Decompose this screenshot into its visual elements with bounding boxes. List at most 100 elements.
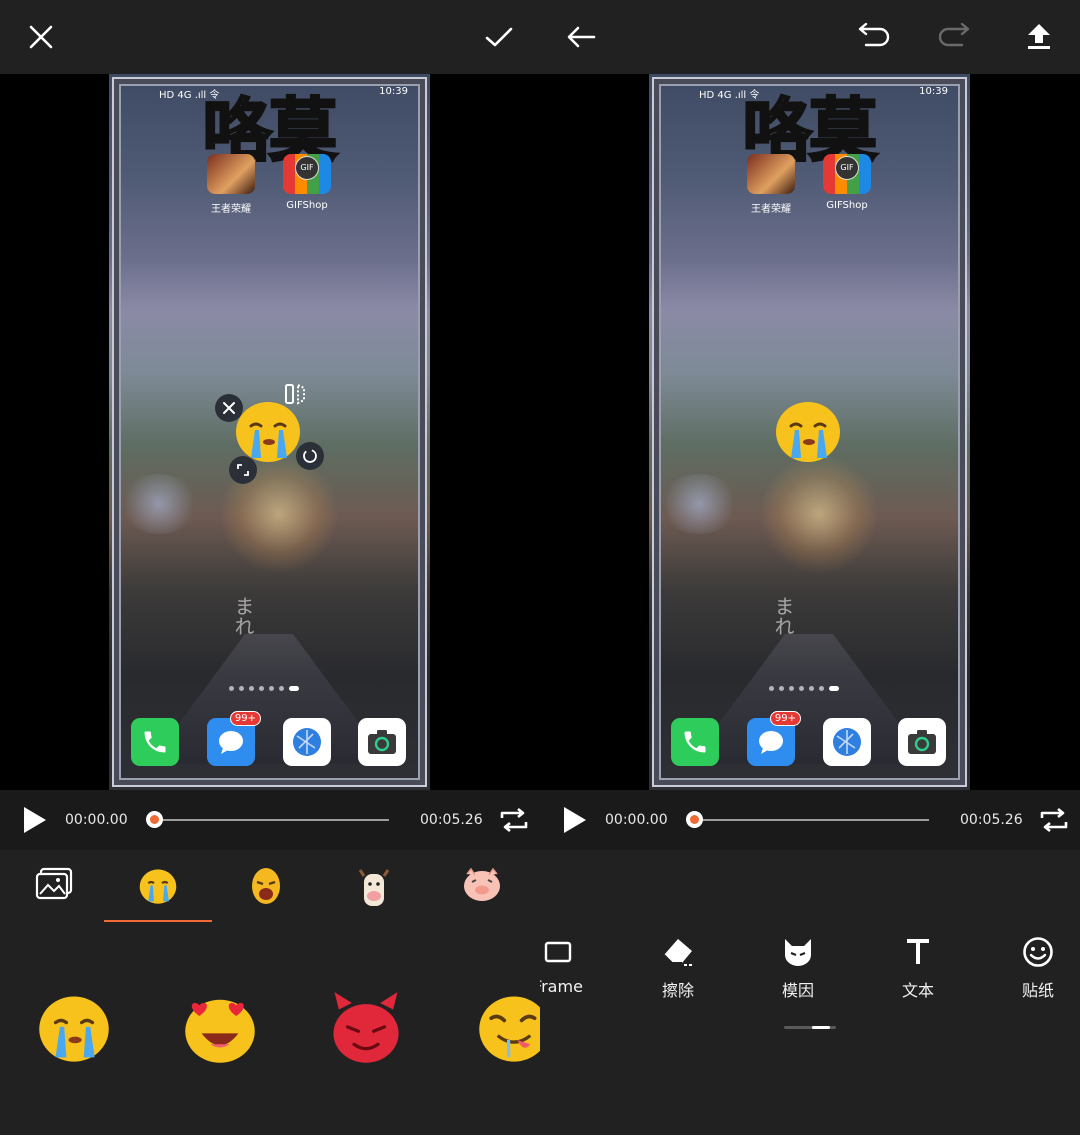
total-time: 00:05.26	[420, 812, 483, 828]
tab-screaming-face[interactable]	[212, 860, 320, 922]
gif-badge: GIF	[295, 156, 319, 180]
close-button[interactable]	[16, 12, 66, 62]
app-label: 王者荣耀	[211, 204, 251, 215]
rotate-icon	[303, 449, 317, 463]
app-game: 王者荣耀	[741, 154, 801, 215]
devil-mask-icon	[785, 939, 811, 966]
sticker-picker	[0, 850, 540, 1135]
delete-sticker-button[interactable]	[215, 394, 243, 422]
video-frame: HD 4G .ıll 令 10:39 咯莫 王者荣耀 GIF GIFShop ま…	[649, 74, 970, 790]
sticker-crying-face[interactable]	[36, 990, 112, 1066]
pig-sticker	[464, 867, 500, 901]
timeline-knob[interactable]	[146, 811, 163, 828]
app-label: 王者荣耀	[751, 204, 791, 215]
tool-label: Frame	[540, 977, 583, 996]
close-icon	[29, 25, 53, 49]
messages-app-icon: 99+	[747, 711, 801, 766]
play-button[interactable]	[558, 804, 590, 836]
browser-app-icon	[283, 718, 331, 766]
status-time: 10:39	[919, 86, 948, 97]
tab-cow[interactable]	[320, 860, 428, 922]
current-time: 00:00.00	[605, 812, 668, 828]
gifshop-app-icon: GIF	[823, 154, 871, 194]
play-button[interactable]	[18, 804, 50, 836]
crying-sticker[interactable]	[773, 396, 843, 466]
background-text: まれ	[231, 596, 255, 636]
top-toolbar	[0, 0, 540, 74]
flip-sticker-button[interactable]	[281, 380, 309, 408]
export-button[interactable]	[1014, 12, 1064, 62]
scale-sticker-button[interactable]	[229, 456, 257, 484]
tool-label: 贴纸	[1021, 981, 1054, 1000]
tool-label: 文本	[901, 981, 934, 1000]
tool-bar: Frame 擦除 模因 文本 贴纸	[540, 935, 1080, 1015]
background-text: まれ	[771, 596, 795, 636]
sticker-devil[interactable]	[328, 990, 404, 1066]
arrow-left-icon	[567, 26, 596, 48]
loop-button[interactable]	[497, 804, 531, 836]
tool-meme[interactable]: 模因	[758, 935, 838, 1001]
app-root: HD 4G .ıll 令 10:39 咯莫 王者荣耀 GIF GIFShop ま…	[0, 0, 1080, 1135]
timeline-track[interactable]	[154, 819, 389, 821]
status-time: 10:39	[379, 86, 408, 97]
back-button[interactable]	[556, 12, 606, 62]
tool-text[interactable]: 文本	[878, 935, 958, 1001]
tool-page-indicator	[784, 1026, 836, 1029]
app-gifshop: GIF GIFShop	[817, 154, 877, 211]
playback-bar: 00:00.00 00:05.26	[540, 790, 1080, 850]
tab-crying-face[interactable]	[104, 860, 212, 922]
cow-sticker	[358, 869, 390, 906]
app-game: 王者荣耀	[201, 154, 261, 215]
loop-button[interactable]	[1037, 804, 1071, 836]
sticker-editor-panel: HD 4G .ıll 令 10:39 咯莫 王者荣耀 GIF GIFShop ま…	[0, 0, 540, 1135]
gif-badge: GIF	[835, 156, 859, 180]
gifshop-app-icon: GIF	[283, 154, 331, 194]
game-app-icon	[747, 154, 795, 194]
tool-label: 模因	[781, 981, 814, 1000]
redo-button[interactable]	[930, 12, 980, 62]
page-indicator	[229, 686, 299, 691]
editor-tools-panel: HD 4G .ıll 令 10:39 咯莫 王者荣耀 GIF GIFShop ま…	[540, 0, 1080, 1135]
text-icon	[907, 939, 929, 964]
messages-app-icon: 99+	[207, 711, 261, 766]
playback-bar: 00:00.00 00:05.26	[0, 790, 540, 850]
close-icon	[223, 402, 235, 414]
tool-sticker[interactable]: 贴纸	[998, 935, 1078, 1001]
sticker-heart-eyes[interactable]	[182, 990, 258, 1066]
browser-app-icon	[823, 718, 871, 766]
app-label: GIFShop	[826, 200, 868, 211]
crying-face-sticker	[139, 869, 177, 904]
phone-app-icon	[131, 718, 179, 766]
sticker-category-tabs	[0, 850, 540, 922]
screaming-face-sticker	[252, 868, 280, 904]
eraser-icon	[663, 939, 694, 966]
undo-icon	[858, 23, 890, 47]
redo-icon	[938, 23, 970, 47]
timeline-knob[interactable]	[686, 811, 703, 828]
frame-icon	[544, 941, 572, 963]
app-label: GIFShop	[286, 200, 328, 211]
sticker-yummy-face[interactable]	[476, 990, 540, 1066]
flip-icon	[285, 383, 305, 405]
total-time: 00:05.26	[960, 812, 1023, 828]
tool-frame[interactable]: Frame	[540, 935, 598, 996]
video-frame: HD 4G .ıll 令 10:39 咯莫 王者荣耀 GIF GIFShop ま…	[109, 74, 430, 790]
smiley-icon	[1023, 937, 1053, 967]
camera-app-icon	[358, 718, 406, 766]
timeline-track[interactable]	[694, 819, 929, 821]
rotate-sticker-button[interactable]	[296, 442, 324, 470]
undo-button[interactable]	[848, 12, 898, 62]
unread-badge: 99+	[229, 711, 261, 726]
expand-icon	[237, 464, 249, 476]
phone-app-icon	[671, 718, 719, 766]
confirm-button[interactable]	[474, 12, 524, 62]
current-time: 00:00.00	[65, 812, 128, 828]
tab-gallery[interactable]	[0, 860, 108, 922]
upload-icon	[1028, 24, 1050, 49]
page-indicator	[769, 686, 839, 691]
tab-pig[interactable]	[428, 860, 536, 922]
top-toolbar	[540, 0, 1080, 74]
check-icon	[485, 27, 513, 47]
tool-erase[interactable]: 擦除	[638, 935, 718, 1001]
camera-app-icon	[898, 718, 946, 766]
